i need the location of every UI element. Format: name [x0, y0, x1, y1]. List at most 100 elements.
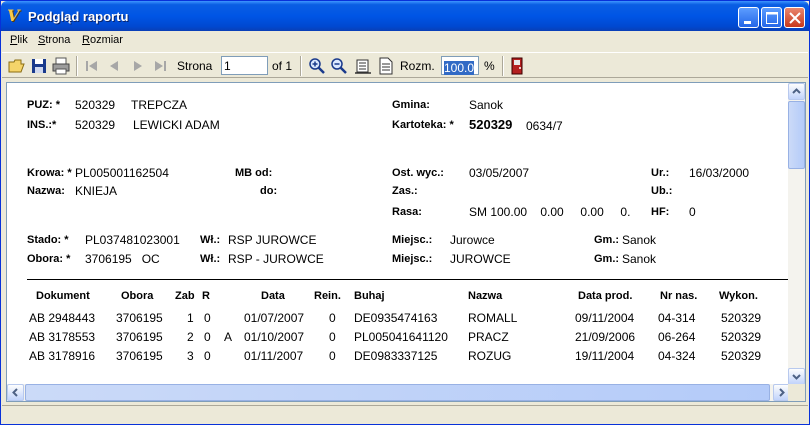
menu-rozmiar[interactable]: Rozmiar: [82, 34, 123, 46]
cell-zab: 2: [187, 330, 194, 344]
report-page: PUZ: * 520329 TREPCZA INS.:* 520329 LEWI…: [7, 83, 790, 385]
next-page-button[interactable]: [128, 56, 148, 76]
cell-dokument: AB 3178916: [29, 349, 96, 363]
ost-wyc-label: Ost. wyc.:: [392, 167, 444, 179]
report-preview-window: V Podgląd raportu Plik Strona Rozmiar St…: [0, 0, 810, 425]
vertical-scrollbar[interactable]: [788, 83, 805, 385]
zoom-out-button[interactable]: [329, 56, 349, 76]
open-button[interactable]: [7, 56, 27, 76]
kartoteka-number: 520329: [469, 117, 513, 132]
window-title: Podgląd raportu: [28, 9, 129, 24]
column-header-data: Data: [261, 290, 285, 302]
close-button[interactable]: [784, 7, 805, 28]
cell-rein: 0: [329, 349, 336, 363]
obora-label: Obora: *: [27, 253, 71, 265]
scroll-down-button[interactable]: [788, 368, 805, 385]
cell-obora: 3706195: [116, 349, 163, 363]
scroll-corner: [788, 384, 805, 401]
ur-label: Ur.:: [651, 167, 670, 179]
wl-label: Wł.:: [200, 253, 221, 265]
wl-label: Wł.:: [200, 234, 221, 246]
miejsc-value: JUROWCE: [450, 252, 511, 266]
ins-label: INS.:*: [27, 119, 57, 131]
menu-plik[interactable]: Plik: [10, 34, 28, 46]
cell-obora: 3706195: [116, 330, 163, 344]
menu-strona[interactable]: Strona: [38, 34, 70, 46]
cell-buhaj: DE0935474163: [354, 311, 438, 325]
gm-value: Sanok: [622, 233, 657, 247]
cell-data: 01/11/2007: [244, 349, 304, 363]
krowa-value: PL005001162504: [75, 166, 169, 180]
kartoteka-sub: 0634/7: [526, 119, 563, 133]
first-page-button[interactable]: [82, 56, 102, 76]
horizontal-scrollbar[interactable]: [7, 384, 790, 401]
puz-code: 520329: [75, 98, 116, 112]
arrow-down-icon: [792, 374, 801, 380]
puz-label: PUZ: *: [27, 99, 60, 111]
ur-value: 16/03/2000: [689, 166, 750, 180]
cell-wykon: 520329: [721, 311, 762, 325]
whole-page-button[interactable]: [376, 56, 396, 76]
column-header-buhaj: Buhaj: [354, 290, 385, 302]
title-bar[interactable]: V Podgląd raportu: [1, 1, 809, 31]
kartoteka-label: Kartoteka: *: [392, 119, 454, 131]
cell-buhaj: DE0983337125: [354, 349, 438, 363]
scroll-left-button[interactable]: [7, 384, 24, 401]
column-header-data-prod: Data prod.: [578, 290, 633, 302]
column-header-r: R: [202, 290, 210, 302]
miejsc-label: Miejsc.:: [392, 253, 433, 265]
arrow-up-icon: [792, 88, 801, 94]
cell-data: 01/07/2007: [244, 311, 305, 325]
rasa-label: Rasa:: [392, 206, 422, 218]
cell-obora: 3706195: [116, 311, 163, 325]
ins-name: LEWICKI ADAM: [133, 118, 220, 132]
scroll-up-button[interactable]: [788, 83, 805, 100]
cell-data-prod: 21/09/2006: [575, 330, 636, 344]
page-label: Strona: [177, 59, 213, 73]
ins-code: 520329: [75, 118, 116, 132]
ost-wyc-value: 03/05/2007: [469, 166, 530, 180]
page-total: of 1: [272, 59, 293, 73]
maximize-button[interactable]: [761, 7, 782, 28]
report-viewport[interactable]: PUZ: * 520329 TREPCZA INS.:* 520329 LEWI…: [6, 82, 806, 402]
cell-r: 0: [204, 311, 211, 325]
arrow-right-icon: [779, 388, 785, 397]
cell-dokument: AB 2948443: [29, 311, 96, 325]
zoom-label: Rozm.: [400, 59, 435, 73]
page-width-button[interactable]: [353, 56, 373, 76]
exit-button[interactable]: [507, 56, 527, 76]
page-number-input[interactable]: 1: [221, 56, 268, 75]
cell-rein: 0: [329, 311, 336, 325]
save-button[interactable]: [29, 56, 49, 76]
page-width-icon: [355, 59, 371, 74]
mb-od-label: MB od:: [235, 167, 273, 179]
print-button[interactable]: [51, 56, 71, 76]
section-divider: [27, 279, 789, 280]
last-page-icon: [155, 61, 166, 71]
minimize-icon: [744, 21, 751, 24]
cell-nr-nas: 04-324: [658, 349, 696, 363]
maximize-icon: [766, 12, 778, 24]
horizontal-scroll-thumb[interactable]: [25, 384, 770, 401]
arrow-left-icon: [12, 388, 18, 397]
column-header-wykon: Wykon.: [719, 290, 758, 302]
cell-data: 01/10/2007: [244, 330, 305, 344]
rasa-value: SM 100.00 0.00 0.00 0.: [469, 205, 631, 219]
minimize-button[interactable]: [738, 7, 759, 28]
ub-label: Ub.:: [651, 185, 673, 197]
stado-value: PL037481023001: [85, 233, 180, 247]
puz-name: TREPCZA: [131, 98, 188, 112]
vertical-scroll-thumb[interactable]: [788, 101, 805, 169]
zoom-in-button[interactable]: [307, 56, 327, 76]
zoom-input[interactable]: 100.0: [441, 56, 479, 75]
toolbar-separator: [300, 56, 302, 76]
cell-nazwa: ROMALL: [468, 311, 518, 325]
printer-icon: [52, 57, 70, 75]
last-page-button[interactable]: [150, 56, 170, 76]
cell-nazwa: ROZUG: [468, 349, 512, 363]
nazwa-value: KNIEJA: [75, 184, 118, 198]
cell-wykon: 520329: [721, 349, 762, 363]
toolbar-separator: [502, 56, 504, 76]
cell-r: 0: [204, 349, 211, 363]
previous-page-button[interactable]: [104, 56, 124, 76]
